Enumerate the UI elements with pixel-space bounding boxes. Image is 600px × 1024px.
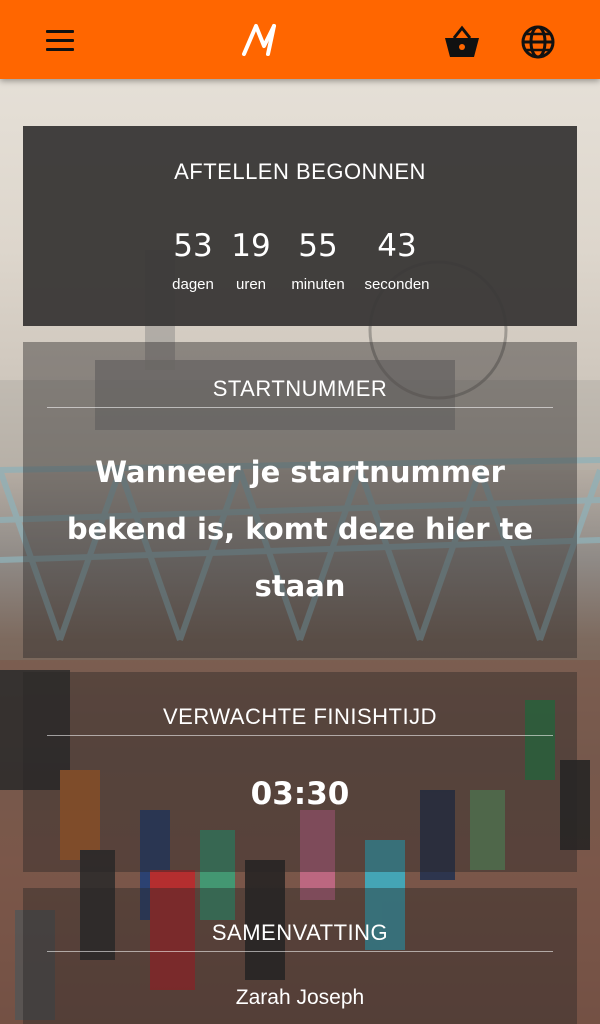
countdown-hours-label: uren: [235, 276, 267, 293]
shopping-basket-icon[interactable]: [442, 24, 482, 60]
top-app-bar: [0, 0, 600, 79]
start-number-message: Wanneer je startnummer bekend is, komt d…: [66, 455, 534, 603]
finish-time-title: VERWACHTE FINISHTIJD: [162, 704, 437, 729]
summary-title-wrap: SAMENVATTING: [47, 920, 553, 952]
start-number-title: STARTNUMMER: [212, 376, 388, 401]
start-number-card: STARTNUMMER Wanneer je startnummer beken…: [23, 342, 577, 658]
countdown-minutes: 55 minuten: [279, 226, 357, 293]
summary-title: SAMENVATTING: [211, 920, 389, 945]
finish-time-title-wrap: VERWACHTE FINISHTIJD: [47, 704, 553, 736]
hamburger-menu-icon[interactable]: [44, 26, 78, 56]
countdown-days-label: dagen: [172, 276, 214, 293]
brand-logo-icon[interactable]: [240, 20, 284, 60]
finish-time-card: VERWACHTE FINISHTIJD 03:30: [23, 672, 577, 872]
countdown-units: 53 dagen 19 uren 55 minuten 43 seconden: [23, 226, 577, 293]
globe-icon[interactable]: [518, 22, 558, 62]
countdown-seconds-label: seconden: [364, 276, 430, 293]
start-number-title-wrap: STARTNUMMER: [47, 376, 553, 408]
countdown-days-value: 53: [173, 228, 213, 264]
summary-card: SAMENVATTING Zarah Joseph: [23, 888, 577, 1024]
countdown-minutes-label: minuten: [291, 276, 345, 293]
countdown-hours-value: 19: [231, 228, 271, 264]
countdown-minutes-value: 55: [298, 228, 338, 264]
countdown-card: AFTELLEN BEGONNEN 53 dagen 19 uren 55 mi…: [23, 126, 577, 326]
countdown-title: AFTELLEN BEGONNEN: [174, 159, 426, 184]
countdown-seconds-value: 43: [377, 228, 417, 264]
finish-time-value: 03:30: [250, 776, 350, 812]
summary-name: Zarah Joseph: [235, 986, 365, 1009]
countdown-days: 53 dagen: [163, 226, 223, 293]
countdown-seconds: 43 seconden: [357, 226, 437, 293]
countdown-hours: 19 uren: [223, 226, 279, 293]
